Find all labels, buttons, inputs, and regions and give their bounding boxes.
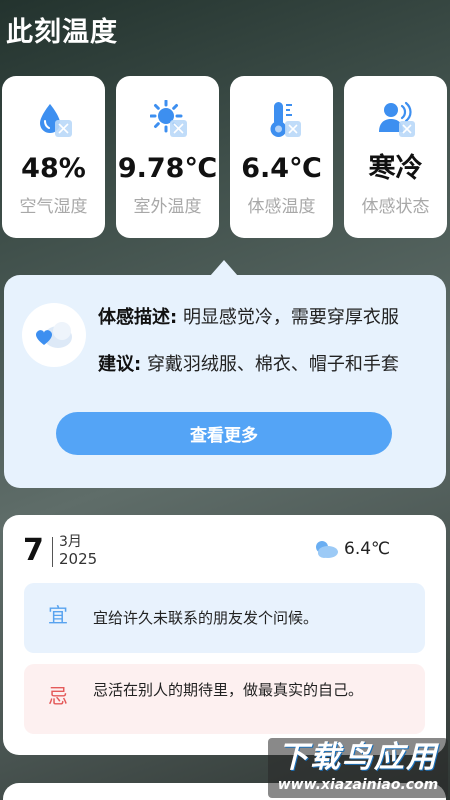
outdoor-temp-value: 9.78℃	[117, 153, 218, 184]
date-day: 7	[23, 533, 44, 568]
watermark-sub: www.xiazainiao.com	[277, 777, 439, 793]
date-year: 2025	[59, 550, 98, 568]
feel-advice-line: 建议: 穿戴羽绒服、棉衣、帽子和手套	[98, 350, 428, 376]
feel-advice-text: 穿戴羽绒服、棉衣、帽子和手套	[146, 354, 399, 375]
humidity-value: 48%	[21, 153, 86, 184]
person-status-icon	[379, 101, 415, 137]
almanac-temp: 6.4℃	[344, 539, 391, 559]
stat-card-outdoor-temp[interactable]: 9.78℃ 室外温度	[116, 76, 219, 238]
feel-status-label: 体感状态	[361, 197, 430, 217]
almanac-card: 7 3月 2025 6.4℃ 宜 宜给许久未联系的朋友发个问候。 忌 忌活在别人…	[3, 515, 446, 755]
feel-description-label: 体感描述:	[98, 307, 178, 328]
yi-text: 宜给许久未联系的朋友发个问候。	[93, 609, 319, 627]
weather-mini: 6.4℃	[313, 539, 390, 559]
thermometer-icon	[270, 102, 301, 137]
feels-like-value: 6.4℃	[241, 153, 322, 184]
panel-pointer	[210, 260, 238, 276]
stat-card-feels-like[interactable]: 6.4℃ 体感温度	[230, 76, 333, 238]
stat-card-humidity[interactable]: 48% 空气湿度	[2, 76, 105, 238]
stat-row: 48% 空气湿度 9.78℃ 室外温度 6.4℃ 体感温度 寒冷 体感状态	[2, 76, 448, 238]
page-title: 此刻温度	[6, 17, 118, 48]
heart-cloud-icon	[36, 322, 72, 348]
feel-description-text: 明显感觉冷，需要穿厚衣服	[182, 307, 399, 328]
watermark-main: 下载鸟应用	[278, 740, 438, 775]
feel-advice-label: 建议:	[98, 354, 142, 375]
feel-avatar	[22, 303, 86, 367]
feels-like-label: 体感温度	[247, 197, 316, 217]
humidity-label: 空气湿度	[19, 197, 88, 217]
date-month: 3月	[59, 534, 82, 550]
humidity-icon	[40, 104, 72, 137]
ji-text: 忌活在别人的期待里，做最真实的自己。	[93, 681, 364, 699]
stat-card-feel-status[interactable]: 寒冷 体感状态	[344, 76, 447, 238]
yi-tag: 宜	[48, 603, 68, 627]
ji-tag: 忌	[48, 684, 68, 708]
ji-box: 忌 忌活在别人的期待里，做最真实的自己。	[24, 664, 425, 734]
feel-description-line: 体感描述: 明显感觉冷，需要穿厚衣服	[98, 303, 428, 329]
watermark-logo: 下载鸟应用 www.xiazainiao.com	[268, 738, 448, 798]
feel-status-value: 寒冷	[368, 153, 423, 184]
sun-icon	[150, 100, 187, 137]
feel-description-panel: 体感描述: 明显感觉冷，需要穿厚衣服 建议: 穿戴羽绒服、棉衣、帽子和手套 查看…	[4, 275, 446, 488]
partly-cloudy-icon	[316, 541, 338, 558]
date-divider	[52, 537, 53, 567]
yi-box: 宜 宜给许久未联系的朋友发个问候。	[24, 583, 425, 653]
view-more-button[interactable]: 查看更多	[56, 412, 392, 455]
outdoor-temp-label: 室外温度	[133, 197, 202, 217]
